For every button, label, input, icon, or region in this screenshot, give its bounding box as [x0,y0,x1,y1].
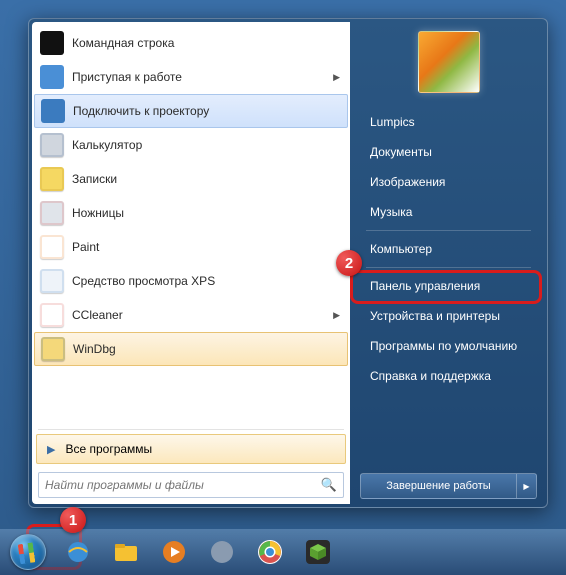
right-panel-item[interactable]: Справка и поддержка [360,361,537,391]
program-icon [40,133,64,157]
media-player-icon [160,538,188,566]
program-icon [41,99,65,123]
taskbar-ie[interactable] [56,534,100,570]
ie-icon [64,538,92,566]
start-menu: Командная строка Приступая к работе ▶ Подкл… [28,18,548,508]
all-programs-label: Все программы [65,442,152,456]
taskbar-explorer[interactable] [104,534,148,570]
program-icon [40,31,64,55]
program-item[interactable]: Записки [34,162,348,196]
right-panel-item[interactable]: Документы [360,137,537,167]
folder-icon [112,538,140,566]
right-panel-item[interactable]: Музыка [360,197,537,227]
shutdown-button[interactable]: Завершение работы [360,473,517,499]
program-icon [40,269,64,293]
search-box[interactable]: 🔍 [38,472,344,498]
start-menu-right-panel: LumpicsДокументыИзображенияМузыка Компьют… [350,19,547,507]
program-label: Записки [72,172,117,186]
taskbar-media-player[interactable] [152,534,196,570]
cube-app-icon [304,538,332,566]
separator [366,267,531,268]
arrow-right-icon: ▶ [47,443,55,456]
program-item[interactable]: Командная строка [34,26,348,60]
program-item[interactable]: Калькулятор [34,128,348,162]
program-item[interactable]: WinDbg [34,332,348,366]
taskbar-app-2[interactable] [296,534,340,570]
program-label: Paint [72,240,99,254]
program-icon [41,337,65,361]
program-label: CCleaner [72,308,123,322]
program-icon [40,303,64,327]
right-panel-item[interactable]: Компьютер [360,234,537,264]
taskbar-chrome[interactable] [248,534,292,570]
program-label: Калькулятор [72,138,142,152]
right-panel-item[interactable]: Программы по умолчанию [360,331,537,361]
program-icon [40,65,64,89]
program-item[interactable]: Приступая к работе ▶ [34,60,348,94]
search-input[interactable] [45,478,321,492]
shutdown-options-button[interactable]: ▶ [517,473,537,499]
right-panel-item[interactable]: Изображения [360,167,537,197]
program-label: WinDbg [73,342,116,356]
shutdown-label: Завершение работы [386,480,490,492]
start-menu-left-panel: Командная строка Приступая к работе ▶ Подкл… [32,22,350,504]
program-item[interactable]: CCleaner ▶ [34,298,348,332]
generic-app-icon [208,538,236,566]
expand-arrow-icon: ▶ [333,72,340,83]
user-picture[interactable] [418,31,480,93]
right-panel-item[interactable]: Lumpics [360,107,537,137]
program-item[interactable]: Средство просмотра XPS [34,264,348,298]
all-programs-button[interactable]: ▶ Все программы [36,434,346,464]
badge-1: 1 [60,507,86,533]
program-label: Командная строка [72,36,174,50]
program-icon [40,201,64,225]
search-icon: 🔍 [321,477,337,493]
program-item[interactable]: Paint [34,230,348,264]
program-icon [40,167,64,191]
program-label: Ножницы [72,206,124,220]
taskbar [0,529,566,575]
separator [38,429,344,430]
program-icon [40,235,64,259]
chrome-icon [256,538,284,566]
start-button[interactable] [4,532,52,572]
separator [366,230,531,231]
program-label: Подключить к проектору [73,104,209,118]
expand-arrow-icon: ▶ [333,310,340,321]
program-item[interactable]: Ножницы [34,196,348,230]
right-panel-item[interactable]: Панель управления [360,271,537,301]
badge-2: 2 [336,250,362,276]
program-item[interactable]: Подключить к проектору [34,94,348,128]
program-label: Средство просмотра XPS [72,274,215,288]
right-panel-item[interactable]: Устройства и принтеры [360,301,537,331]
program-label: Приступая к работе [72,70,182,84]
programs-list: Командная строка Приступая к работе ▶ Подкл… [32,22,350,427]
shutdown-group: Завершение работы ▶ [360,473,537,499]
taskbar-app-1[interactable] [200,534,244,570]
windows-orb-icon [10,534,46,570]
